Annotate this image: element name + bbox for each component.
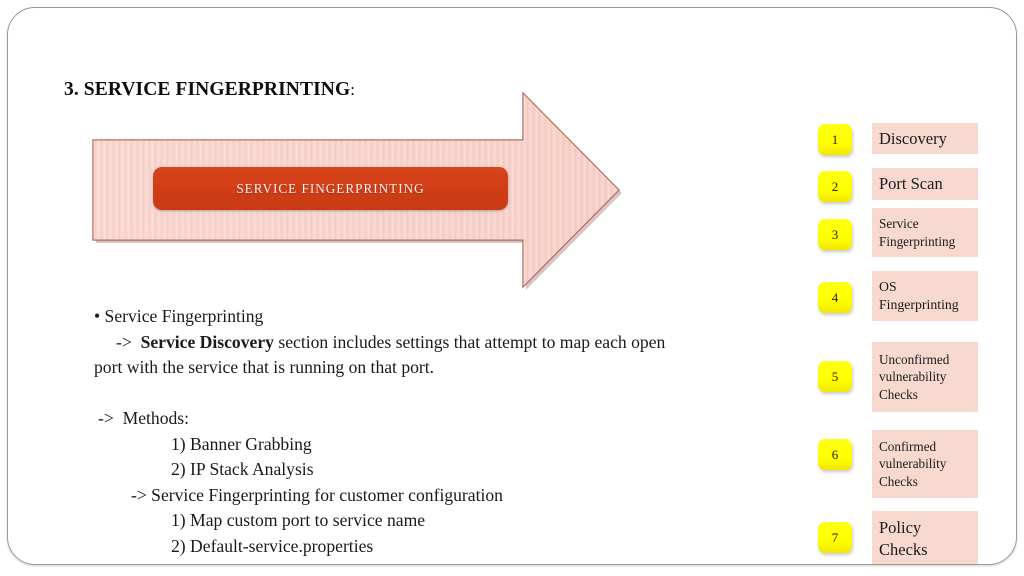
body-line-2: -> Service Discovery section includes se… [94, 330, 784, 356]
step-label-line: Fingerprinting [879, 233, 956, 249]
step-label-line: Discovery [879, 128, 947, 148]
body-line-7: -> Service Fingerprinting for customer c… [131, 484, 503, 505]
step-label-line: Service [879, 216, 919, 232]
step-number-label: 5 [831, 368, 839, 384]
step-label-3[interactable]: Service Fingerprinting [872, 208, 978, 257]
step-label-line: Checks [879, 386, 918, 402]
step-number-1[interactable]: 1 [818, 124, 852, 155]
step-number-label: 6 [831, 446, 839, 462]
step-label-line: vulnerability [879, 369, 947, 385]
body-line-6: 2) IP Stack Analysis [171, 459, 314, 479]
body-line-1: • Service Fingerprinting [94, 306, 264, 326]
body-line-2-bold: Service Discovery [140, 331, 274, 352]
step-number-label: 3 [831, 226, 839, 242]
steps-sidebar: 1 Discovery 2 Port Scan 3 Service Fingerprinti… [816, 118, 986, 564]
slide-canvas: 3. SERVICE FINGERPRINTING: SERVICE FINGE… [7, 7, 1017, 565]
step-number-4[interactable]: 4 [818, 282, 852, 313]
body-line-8: 1) Map custom port to service name [171, 510, 426, 530]
step-label-5[interactable]: Unconfirmed vulnerability Checks [872, 342, 978, 412]
body-line-2-rest: section includes settings that attempt t… [273, 331, 666, 352]
step-number-label: 4 [831, 289, 839, 305]
step-label-7[interactable]: Policy Checks [872, 511, 978, 564]
body-line-5: 1) Banner Grabbing [171, 433, 312, 454]
step-number-7[interactable]: 7 [818, 522, 852, 553]
body-text-block: • Service Fingerprinting -> Service Disc… [94, 304, 784, 559]
step-label-1[interactable]: Discovery [872, 123, 978, 154]
step-label-line: Checks [879, 473, 918, 489]
body-line-4: -> Methods: [98, 408, 190, 428]
body-line-9: 2) Default-service.properties [171, 535, 374, 556]
step-number-label: 7 [831, 529, 839, 545]
body-line-3: port with the service that is running on… [94, 357, 435, 377]
step-number-5[interactable]: 5 [818, 361, 852, 392]
step-label-line: Unconfirmed [879, 351, 950, 367]
step-number-label: 1 [831, 131, 839, 147]
step-label-line: OS [879, 278, 897, 294]
step-label-line: Fingerprinting [879, 297, 959, 312]
step-number-3[interactable]: 3 [818, 219, 852, 250]
step-label-line: Checks [879, 539, 928, 559]
step-label-line: vulnerability [879, 456, 947, 472]
step-label-line: Policy [879, 517, 922, 537]
step-number-6[interactable]: 6 [818, 439, 852, 470]
process-arrow: SERVICE FINGERPRINTING [86, 84, 626, 296]
arrow-label-text: SERVICE FINGERPRINTING [236, 180, 425, 196]
step-label-line: Port Scan [879, 174, 943, 194]
step-label-2[interactable]: Port Scan [872, 168, 978, 200]
body-line-2-prefix: -> [116, 331, 141, 352]
arrow-label-box: SERVICE FINGERPRINTING [153, 167, 508, 210]
step-number-2[interactable]: 2 [818, 171, 852, 202]
step-label-line: Confirmed [879, 438, 937, 454]
step-label-6[interactable]: Confirmed vulnerability Checks [872, 430, 978, 498]
step-label-4[interactable]: OS Fingerprinting [872, 271, 978, 321]
step-number-label: 2 [831, 178, 839, 194]
